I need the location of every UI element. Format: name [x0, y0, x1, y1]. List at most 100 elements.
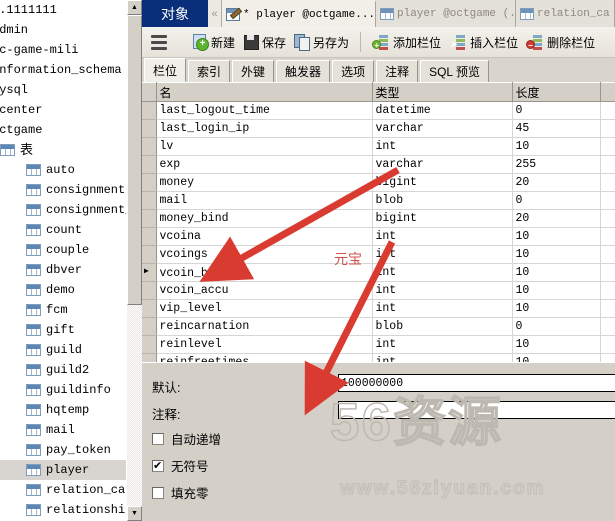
field-row[interactable]: money_bind bigint 20 — [142, 209, 615, 228]
field-row[interactable]: exp varchar 255 — [142, 155, 615, 174]
sidebar-vertical-scrollbar[interactable]: ▲ ▼ — [126, 0, 142, 521]
chevron-left-icon[interactable]: « — [208, 0, 222, 27]
field-name-cell[interactable]: exp — [156, 155, 373, 174]
row-selector[interactable] — [142, 119, 157, 138]
tree-item-mysql[interactable]: mysql — [0, 80, 126, 100]
field-length-cell[interactable]: 10 — [512, 227, 601, 246]
tree-item-guild[interactable]: guild — [0, 340, 126, 360]
subtab-1[interactable]: 栏位 — [144, 58, 187, 82]
save-button[interactable]: 保存 — [239, 30, 290, 54]
tree-item-auto[interactable]: auto — [0, 160, 126, 180]
field-type-cell[interactable]: int — [372, 335, 513, 354]
field-type-cell[interactable]: varchar — [372, 119, 513, 138]
field-name-cell[interactable]: vcoings — [156, 245, 373, 264]
field-length-cell[interactable]: 20 — [512, 173, 601, 192]
field-type-cell[interactable]: bigint — [372, 209, 513, 228]
hamburger-icon[interactable] — [148, 32, 170, 52]
field-length-cell[interactable]: 255 — [512, 155, 601, 174]
tree-item-dbver[interactable]: dbver — [0, 260, 126, 280]
new-button[interactable]: 新建 — [188, 30, 239, 54]
column-header-length[interactable]: 长度 — [512, 82, 601, 102]
tree-item-admin[interactable]: admin — [0, 20, 126, 40]
field-name-cell[interactable]: lv — [156, 137, 373, 156]
unsigned-checkbox-row[interactable]: 无符号 — [152, 456, 209, 475]
tree-item-ccgamemili[interactable]: cc-game-mili — [0, 40, 126, 60]
field-name-cell[interactable]: vip_level — [156, 299, 373, 318]
field-type-cell[interactable]: int — [372, 245, 513, 264]
tree-item-11111111[interactable]: 1.1111111 — [0, 0, 126, 20]
field-length-cell[interactable]: 10 — [512, 245, 601, 264]
tree-item-consignment[interactable]: consignment — [0, 180, 126, 200]
tree-item-demo[interactable]: demo — [0, 280, 126, 300]
column-header-type[interactable]: 类型 — [372, 82, 513, 102]
field-length-cell[interactable]: 10 — [512, 353, 601, 362]
field-name-cell[interactable]: reincarnation — [156, 317, 373, 336]
save-as-button[interactable]: 另存为 — [290, 30, 353, 54]
field-row[interactable]: lv int 10 — [142, 137, 615, 156]
zerofill-checkbox[interactable] — [152, 486, 164, 499]
row-selector[interactable] — [142, 245, 157, 264]
database-tree-panel[interactable]: 1.1111111 admin cc-game-mili information_sc… — [0, 0, 126, 521]
auto-increment-checkbox-row[interactable]: 自动递增 — [152, 429, 221, 448]
subtab-4[interactable]: 触发器 — [276, 60, 331, 82]
row-selector[interactable] — [142, 353, 157, 362]
row-selector[interactable] — [142, 173, 157, 192]
subtab-2[interactable]: 索引 — [188, 60, 231, 82]
field-row[interactable]: money bigint 20 — [142, 173, 615, 192]
field-type-cell[interactable]: blob — [372, 317, 513, 336]
row-selector[interactable] — [142, 335, 157, 354]
tree-item-octgame[interactable]: octgame — [0, 120, 126, 140]
field-row[interactable]: vcoings int 10 — [142, 245, 615, 264]
column-header-name[interactable]: 名 — [156, 82, 373, 102]
field-length-cell[interactable]: 10 — [512, 281, 601, 300]
tree-item-count[interactable]: count — [0, 220, 126, 240]
tree-item-player[interactable]: player — [0, 460, 126, 480]
subtab-7[interactable]: SQL 预览 — [420, 60, 489, 82]
tree-item-[interactable]: 表 — [0, 140, 126, 160]
field-length-cell[interactable]: 10 — [512, 299, 601, 318]
field-name-cell[interactable]: money_bind — [156, 209, 373, 228]
unsigned-checkbox[interactable] — [152, 459, 164, 473]
field-type-cell[interactable]: int — [372, 353, 513, 362]
field-row[interactable]: reinlevel int 10 — [142, 335, 615, 354]
field-name-cell[interactable]: reinlevel — [156, 335, 373, 354]
field-row[interactable]: vcoin_accu int 10 — [142, 281, 615, 300]
tree-item-guild2[interactable]: guild2 — [0, 360, 126, 380]
field-name-cell[interactable]: money — [156, 173, 373, 192]
field-name-cell[interactable]: vcoin_bind — [156, 263, 373, 282]
field-type-cell[interactable]: datetime — [372, 101, 513, 120]
designer-sub-tabs[interactable]: 栏位 索引 外键 触发器 选项 注释 SQL 预览 — [142, 58, 615, 82]
field-type-cell[interactable]: int — [372, 263, 513, 282]
doc-tab-relation-cache[interactable]: relation_ca — [516, 0, 615, 27]
field-length-cell[interactable]: 10 — [512, 335, 601, 354]
insert-field-button[interactable]: ➤ 插入栏位 — [445, 30, 522, 54]
field-type-cell[interactable]: int — [372, 299, 513, 318]
row-selector[interactable] — [142, 155, 157, 174]
tree-item-ocenter[interactable]: ocenter — [0, 100, 126, 120]
row-selector[interactable] — [142, 227, 157, 246]
row-selector[interactable] — [142, 209, 157, 228]
field-row[interactable]: vcoina int 10 — [142, 227, 615, 246]
tree-item-hqtemp[interactable]: hqtemp — [0, 400, 126, 420]
row-selector[interactable] — [142, 191, 157, 210]
field-name-cell[interactable]: vcoin_accu — [156, 281, 373, 300]
field-length-cell[interactable]: 45 — [512, 119, 601, 138]
row-selector[interactable] — [142, 317, 157, 336]
delete-field-button[interactable]: – 删除栏位 — [522, 30, 599, 54]
tree-item-guildinfo[interactable]: guildinfo — [0, 380, 126, 400]
tree-item-fcm[interactable]: fcm — [0, 300, 126, 320]
field-name-cell[interactable]: last_logout_time — [156, 101, 373, 120]
field-length-cell[interactable]: 0 — [512, 101, 601, 120]
field-type-cell[interactable]: bigint — [372, 173, 513, 192]
tree-item-information_schema[interactable]: information_schema — [0, 60, 126, 80]
tree-item-couple[interactable]: couple — [0, 240, 126, 260]
auto-increment-checkbox[interactable] — [152, 432, 164, 445]
row-selector[interactable] — [142, 101, 157, 120]
field-name-cell[interactable]: reinfreetimes — [156, 353, 373, 362]
field-length-cell[interactable]: 10 — [512, 137, 601, 156]
field-row[interactable]: vip_level int 10 — [142, 299, 615, 318]
row-selector[interactable] — [142, 137, 157, 156]
doc-tab-player-designer[interactable]: * player @octgame... — [222, 0, 376, 27]
tree-item-relation_cache[interactable]: relation_cache — [0, 480, 126, 500]
object-tab[interactable]: 对象 — [142, 0, 208, 27]
